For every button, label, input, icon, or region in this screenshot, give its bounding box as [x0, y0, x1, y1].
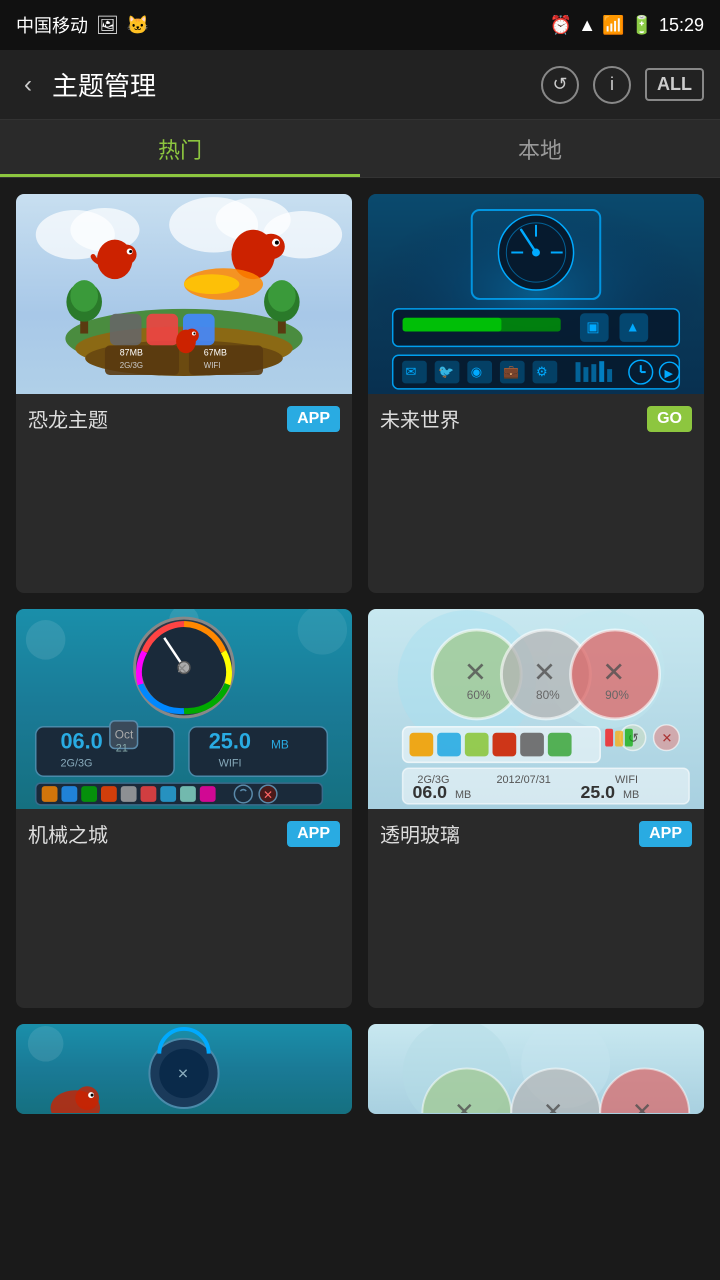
theme-image-future: ▣ ▲ ✉ 🐦 ◉ 💼 ⚙ [368, 194, 704, 394]
theme-badge-mechanical[interactable]: APP [287, 821, 340, 847]
svg-text:80%: 80% [536, 688, 560, 702]
svg-text:WIFI: WIFI [615, 774, 638, 786]
svg-text:90%: 90% [605, 688, 629, 702]
svg-text:✕: ✕ [454, 1099, 475, 1113]
svg-text:▲: ▲ [626, 319, 640, 335]
wifi-icon: ▲ [578, 15, 596, 36]
svg-text:MB: MB [623, 789, 639, 801]
signal-icon: 📶 [602, 15, 624, 36]
theme-card-future[interactable]: ▣ ▲ ✉ 🐦 ◉ 💼 ⚙ [368, 194, 704, 593]
svg-text:✕: ✕ [176, 660, 188, 676]
tab-local-label: 本地 [518, 133, 562, 165]
tab-hot[interactable]: 热门 [0, 120, 360, 177]
back-button[interactable]: ‹ [16, 67, 40, 103]
time-label: 15:29 [659, 15, 704, 36]
theme-card-partial-2[interactable]: ✕ ✕ ✕ [368, 1024, 704, 1114]
battery-icon: 🔋 [631, 15, 653, 36]
svg-text:✉: ✉ [406, 364, 417, 379]
themes-grid: 87MB 2G/3G 67MB WIFI 恐龙主题 APP [0, 178, 720, 1280]
photo-icon: 🖼 [96, 15, 119, 36]
status-left: 中国移动 🖼 🐱 [16, 12, 149, 38]
svg-text:✕: ✕ [602, 656, 625, 687]
info-button[interactable]: i [593, 66, 631, 104]
svg-text:✕: ✕ [632, 1099, 653, 1113]
status-bar: 中国移动 🖼 🐱 ⏰ ▲ 📶 🔋 15:29 [0, 0, 720, 50]
cat-icon: 🐱 [127, 15, 149, 36]
tab-local[interactable]: 本地 [360, 120, 720, 177]
svg-text:60%: 60% [467, 688, 491, 702]
svg-text:21: 21 [116, 742, 128, 754]
svg-text:⚙: ⚙ [536, 364, 548, 379]
theme-footer-mechanical: 机械之城 APP [16, 809, 352, 858]
svg-text:2012/07/31: 2012/07/31 [496, 774, 550, 786]
theme-badge-future[interactable]: GO [647, 406, 692, 432]
status-right: ⏰ ▲ 📶 🔋 15:29 [550, 15, 704, 36]
page-title: 主题管理 [52, 66, 529, 103]
theme-image-mechanical: ✕ 06.0 MB 2G/3G Oct 21 25.0 MB WIFI [16, 609, 352, 809]
svg-text:67MB: 67MB [204, 347, 227, 357]
theme-badge-dinosaur[interactable]: APP [287, 406, 340, 432]
carrier-label: 中国移动 [16, 12, 88, 38]
theme-badge-glass[interactable]: APP [639, 821, 692, 847]
svg-text:2G/3G: 2G/3G [120, 361, 143, 370]
all-label: ALL [657, 74, 692, 94]
svg-text:WIFI: WIFI [219, 757, 242, 769]
alarm-icon: ⏰ [550, 15, 572, 36]
refresh-icon: ↺ [552, 74, 567, 95]
svg-text:🐦: 🐦 [438, 364, 454, 379]
theme-card-mechanical[interactable]: ✕ 06.0 MB 2G/3G Oct 21 25.0 MB WIFI [16, 609, 352, 1008]
svg-text:▣: ▣ [586, 319, 599, 335]
tabs-container: 热门 本地 [0, 120, 720, 178]
header: ‹ 主题管理 ↺ i ALL [0, 50, 720, 120]
theme-card-dinosaur[interactable]: 87MB 2G/3G 67MB WIFI 恐龙主题 APP [16, 194, 352, 593]
theme-card-partial-1[interactable]: ✕ [16, 1024, 352, 1114]
header-icons: ↺ i ALL [541, 66, 704, 104]
svg-text:06.0: 06.0 [60, 729, 102, 754]
svg-text:Oct: Oct [115, 728, 134, 742]
svg-text:✕: ✕ [177, 1065, 189, 1081]
theme-image-partial-2: ✕ ✕ ✕ [368, 1024, 704, 1114]
svg-text:MB: MB [271, 738, 289, 752]
svg-text:▶: ▶ [664, 368, 673, 380]
theme-footer-glass: 透明玻璃 APP [368, 809, 704, 858]
theme-name-future: 未来世界 [380, 404, 460, 433]
theme-name-glass: 透明玻璃 [380, 819, 460, 848]
svg-text:2G/3G: 2G/3G [60, 757, 92, 769]
theme-footer-dinosaur: 恐龙主题 APP [16, 394, 352, 443]
svg-text:WIFI: WIFI [204, 361, 221, 370]
theme-image-glass: ✕ 60% ✕ 80% ✕ 90% ↺ [368, 609, 704, 809]
tab-hot-label: 热门 [158, 133, 202, 165]
theme-image-dinosaur: 87MB 2G/3G 67MB WIFI [16, 194, 352, 394]
svg-text:◉: ◉ [471, 364, 482, 379]
svg-text:✕: ✕ [662, 731, 673, 746]
svg-text:06.0: 06.0 [412, 782, 447, 802]
svg-text:25.0: 25.0 [580, 782, 615, 802]
svg-text:25.0: 25.0 [209, 729, 251, 754]
info-icon: i [610, 74, 614, 95]
svg-text:87MB: 87MB [120, 347, 143, 357]
theme-name-mechanical: 机械之城 [28, 819, 108, 848]
theme-image-partial-1: ✕ [16, 1024, 352, 1114]
refresh-button[interactable]: ↺ [541, 66, 579, 104]
svg-text:MB: MB [455, 789, 471, 801]
theme-card-glass[interactable]: ✕ 60% ✕ 80% ✕ 90% ↺ [368, 609, 704, 1008]
svg-text:✕: ✕ [543, 1099, 564, 1113]
theme-footer-future: 未来世界 GO [368, 394, 704, 443]
svg-text:✕: ✕ [263, 788, 273, 802]
theme-name-dinosaur: 恐龙主题 [28, 404, 108, 433]
all-button[interactable]: ALL [645, 68, 704, 101]
svg-text:✕: ✕ [464, 656, 487, 687]
svg-text:💼: 💼 [503, 364, 519, 379]
svg-text:✕: ✕ [533, 656, 556, 687]
